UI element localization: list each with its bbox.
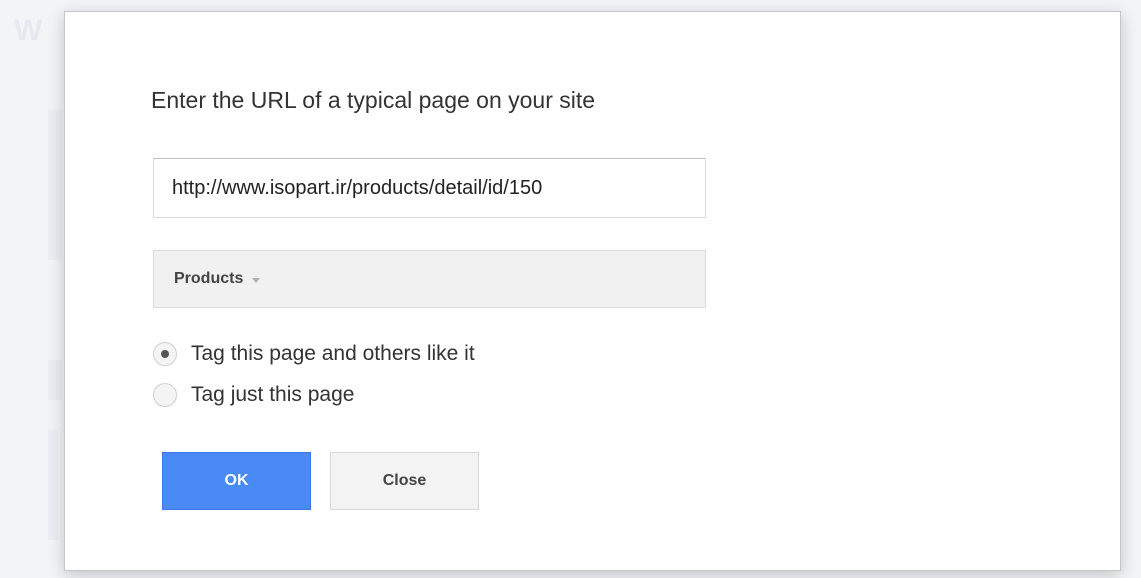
- background-partial-text: W: [14, 14, 44, 47]
- radio-button-selected[interactable]: [153, 342, 177, 366]
- radio-option-tag-similar[interactable]: Tag this page and others like it: [153, 342, 475, 366]
- close-button[interactable]: Close: [330, 452, 479, 510]
- tag-page-dialog: Enter the URL of a typical page on your …: [64, 11, 1121, 571]
- background-block: [48, 360, 62, 400]
- radio-button-unselected[interactable]: [153, 383, 177, 407]
- radio-label: Tag just this page: [191, 383, 355, 406]
- background-block: [48, 430, 58, 540]
- ok-button[interactable]: OK: [162, 452, 311, 510]
- radio-option-tag-single[interactable]: Tag just this page: [153, 383, 354, 407]
- dropdown-arrow-icon: [252, 277, 261, 283]
- dropdown-selected-label: Products: [174, 270, 244, 287]
- page-type-dropdown[interactable]: Products: [153, 250, 706, 308]
- radio-selected-dot-icon: [161, 350, 169, 358]
- page-url-input[interactable]: [153, 158, 706, 218]
- background-block: [48, 110, 62, 260]
- dialog-title: Enter the URL of a typical page on your …: [151, 87, 596, 113]
- radio-label: Tag this page and others like it: [191, 342, 475, 365]
